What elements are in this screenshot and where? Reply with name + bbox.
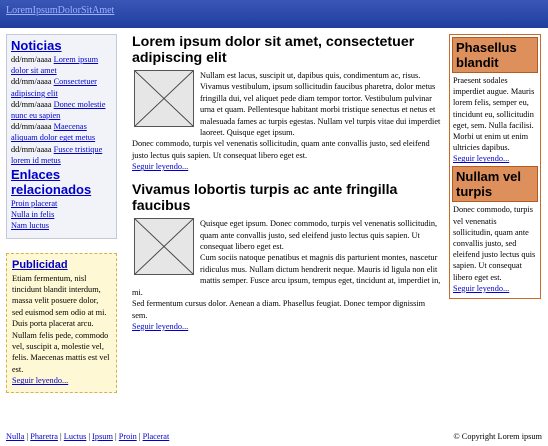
- site-footer: Nulla | Pharetra | Luctus | Ipsum | Proi…: [6, 432, 542, 441]
- left-sidebar: Noticias dd/mm/aaaa Lorem ipsum dolor si…: [6, 34, 117, 394]
- footer-link-placerat[interactable]: Placerat: [143, 432, 170, 441]
- right-section-paragraph: Praesent sodales imperdiet augue. Mauris…: [453, 76, 535, 153]
- news-item: dd/mm/aaaa Fusce tristique lorem id metu…: [11, 144, 112, 166]
- image-placeholder-icon: [134, 70, 194, 127]
- footer-link-ipsum[interactable]: Ipsum: [92, 432, 113, 441]
- noticias-box: Noticias dd/mm/aaaa Lorem ipsum dolor si…: [6, 34, 117, 239]
- enlaces-link-nam[interactable]: Nam luctus: [11, 220, 112, 231]
- article-paragraph: Sed fermentum cursus dolor. Aenean a dia…: [132, 299, 426, 320]
- article-title: Lorem ipsum dolor sit amet, consectetuer…: [132, 34, 415, 66]
- right-section-text: Donec commodo, turpis vel venenatis soll…: [452, 202, 538, 293]
- article-body: Quisque eget ipsum. Donec commodo, turpi…: [132, 218, 442, 332]
- footer-link-luctus[interactable]: Luctus: [64, 432, 87, 441]
- footer-separator: |: [115, 432, 117, 441]
- enlaces-title[interactable]: Enlaces relacionados: [11, 167, 112, 197]
- enlaces-link-nulla[interactable]: Nulla in felis: [11, 209, 112, 220]
- news-item: dd/mm/aaaa Donec molestie nunc eu sapien: [11, 99, 112, 121]
- right-section-title: Nullam vel turpis: [452, 166, 538, 203]
- footer-links: Nulla | Pharetra | Luctus | Ipsum | Proi…: [6, 432, 169, 441]
- news-date: dd/mm/aaaa: [11, 99, 52, 109]
- footer-link-pharetra[interactable]: Pharetra: [30, 432, 58, 441]
- article: Vivamus lobortis turpis ac ante fringill…: [132, 182, 442, 332]
- news-date: dd/mm/aaaa: [11, 144, 52, 154]
- article-paragraph: Donec commodo, turpis vel venenatis soll…: [132, 139, 430, 160]
- publicidad-read-more-link[interactable]: Seguir leyendo...: [12, 375, 111, 386]
- news-date: dd/mm/aaaa: [11, 55, 52, 64]
- news-item: dd/mm/aaaa Maecenas aliquam dolor eget m…: [11, 121, 112, 143]
- news-item: dd/mm/aaaa Lorem ipsum dolor sit amet: [11, 54, 112, 76]
- news-date: dd/mm/aaaa: [11, 122, 52, 132]
- footer-link-nulla[interactable]: Nulla: [6, 432, 24, 441]
- right-section-text: Praesent sodales imperdiet augue. Mauris…: [452, 73, 538, 164]
- article-read-more-link[interactable]: Seguir leyendo...: [132, 161, 442, 172]
- right-section-title: Phasellus blandit: [452, 37, 538, 73]
- news-date: dd/mm/aaaa: [11, 77, 52, 87]
- enlaces-link-proin[interactable]: Proin placerat: [11, 198, 112, 209]
- footer-link-proin[interactable]: Proin: [119, 432, 137, 441]
- site-header: LoremIpsumDolorSitAmet: [0, 0, 548, 28]
- image-placeholder-icon: [134, 218, 194, 276]
- copyright-text: © Copyright Lorem ipsum: [453, 432, 542, 441]
- footer-separator: |: [88, 432, 91, 441]
- news-item: dd/mm/aaaa Consectetuer adipiscing elit: [11, 76, 112, 98]
- article-body: Nullam est lacus, suscipit ut, dapibus q…: [132, 70, 442, 172]
- right-read-more-link[interactable]: Seguir leyendo...: [453, 153, 537, 164]
- right-sidebar: Phasellus blandit Praesent sodales imper…: [449, 34, 541, 299]
- article-title: Vivamus lobortis turpis ac ante fringill…: [132, 182, 398, 215]
- right-section-paragraph: Donec commodo, turpis vel venenatis soll…: [453, 205, 536, 282]
- article-read-more-link[interactable]: Seguir leyendo...: [132, 321, 442, 332]
- publicidad-box: Publicidad Etiam fermentum, nisl tincidu…: [6, 252, 117, 394]
- publicidad-text: Etiam fermentum, nisl tincidunt blandit …: [12, 273, 107, 317]
- article-paragraph: Nullam est lacus, suscipit ut, dapibus q…: [200, 71, 441, 138]
- footer-separator: |: [138, 432, 141, 441]
- site-title-link[interactable]: LoremIpsumDolorSitAmet: [6, 5, 114, 16]
- noticias-title[interactable]: Noticias: [11, 38, 112, 53]
- footer-separator: |: [26, 432, 29, 441]
- publicidad-text-2: Duis porta placerat arcu. Nullam felis p…: [12, 319, 110, 374]
- footer-separator: |: [60, 432, 62, 441]
- main-content: Lorem ipsum dolor sit amet, consectetuer…: [132, 34, 442, 342]
- article: Lorem ipsum dolor sit amet, consectetuer…: [132, 34, 442, 172]
- right-read-more-link[interactable]: Seguir leyendo...: [453, 283, 537, 294]
- publicidad-title[interactable]: Publicidad: [12, 259, 111, 271]
